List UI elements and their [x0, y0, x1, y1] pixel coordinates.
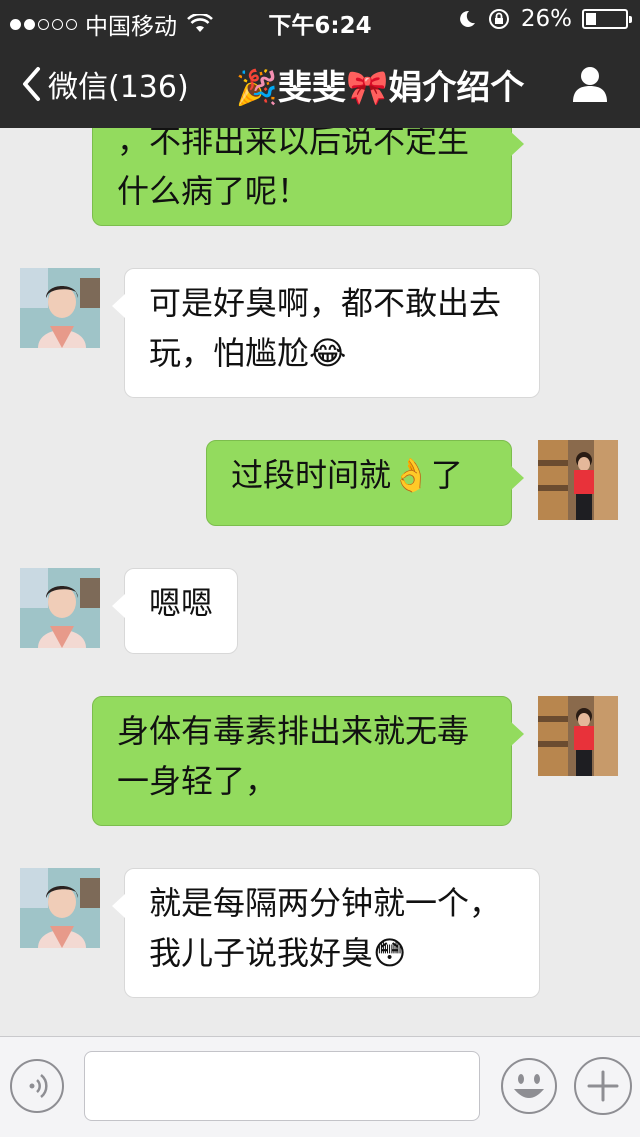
my-avatar[interactable] — [538, 440, 618, 520]
smiley-icon[interactable] — [500, 1057, 558, 1115]
moon-icon — [459, 10, 475, 27]
back-label: 微信(136) — [48, 70, 189, 105]
plus-icon — [587, 1070, 619, 1102]
message-bubble-incoming[interactable]: 嗯嗯 — [112, 568, 238, 654]
message-text: 过段时间就👌了 — [231, 456, 463, 494]
avatar-photo — [538, 696, 618, 776]
message-bubble-outgoing[interactable]: 过段时间就👌了 — [206, 440, 524, 526]
chat-title: 🎉斐斐🎀娟介绍个 — [235, 68, 525, 108]
message-bubble-incoming[interactable]: 可是好臭啊，都不敢出去玩，怕尴尬😂 — [112, 268, 540, 398]
message-bubble-outgoing[interactable]: ，不排出来以后说不定生什么病了呢！ — [92, 128, 524, 226]
message-text: ，不排出来以后说不定生什么病了呢！ — [117, 128, 470, 210]
back-button[interactable]: 微信(136) — [20, 62, 189, 106]
nav-bar: 微信(136) 🎉斐斐🎀娟介绍个 — [0, 40, 640, 128]
contact-avatar[interactable] — [20, 568, 100, 648]
battery-icon — [582, 9, 632, 29]
rotation-lock-icon — [488, 9, 509, 29]
message-bubble-incoming[interactable]: 就是每隔两分钟就一个，我儿子说我好臭😳 — [112, 868, 540, 998]
contact-avatar[interactable] — [20, 268, 100, 348]
person-icon[interactable] — [570, 64, 610, 104]
voice-icon — [29, 1074, 48, 1098]
status-bar: 中国移动 下午6:24 26% — [0, 0, 640, 40]
avatar-photo — [20, 568, 100, 648]
message-text: 就是每隔两分钟就一个，我儿子说我好臭😳 — [149, 884, 502, 972]
voice-button[interactable] — [10, 1059, 64, 1113]
avatar-photo — [20, 268, 100, 348]
message-text: 可是好臭啊，都不敢出去玩，怕尴尬😂 — [149, 284, 502, 372]
avatar-photo — [20, 868, 100, 948]
contact-avatar[interactable] — [20, 868, 100, 948]
message-text: 嗯嗯 — [149, 584, 214, 622]
message-bubble-outgoing[interactable]: 身体有毒素排出来就无毒一身轻了， — [92, 696, 524, 826]
battery-percent: 26% — [520, 6, 572, 32]
chat-area[interactable]: ，不排出来以后说不定生什么病了呢！ 可是好臭啊，都不敢出去玩，怕尴尬😂 过段时间… — [0, 128, 640, 1036]
avatar-photo — [538, 440, 618, 520]
input-bar — [0, 1036, 640, 1137]
plus-button[interactable] — [574, 1057, 632, 1115]
my-avatar[interactable] — [538, 696, 618, 776]
chevron-left-icon — [23, 67, 40, 101]
status-right: 26% — [457, 6, 632, 32]
message-input[interactable] — [84, 1051, 480, 1121]
message-text: 身体有毒素排出来就无毒一身轻了， — [117, 712, 470, 800]
